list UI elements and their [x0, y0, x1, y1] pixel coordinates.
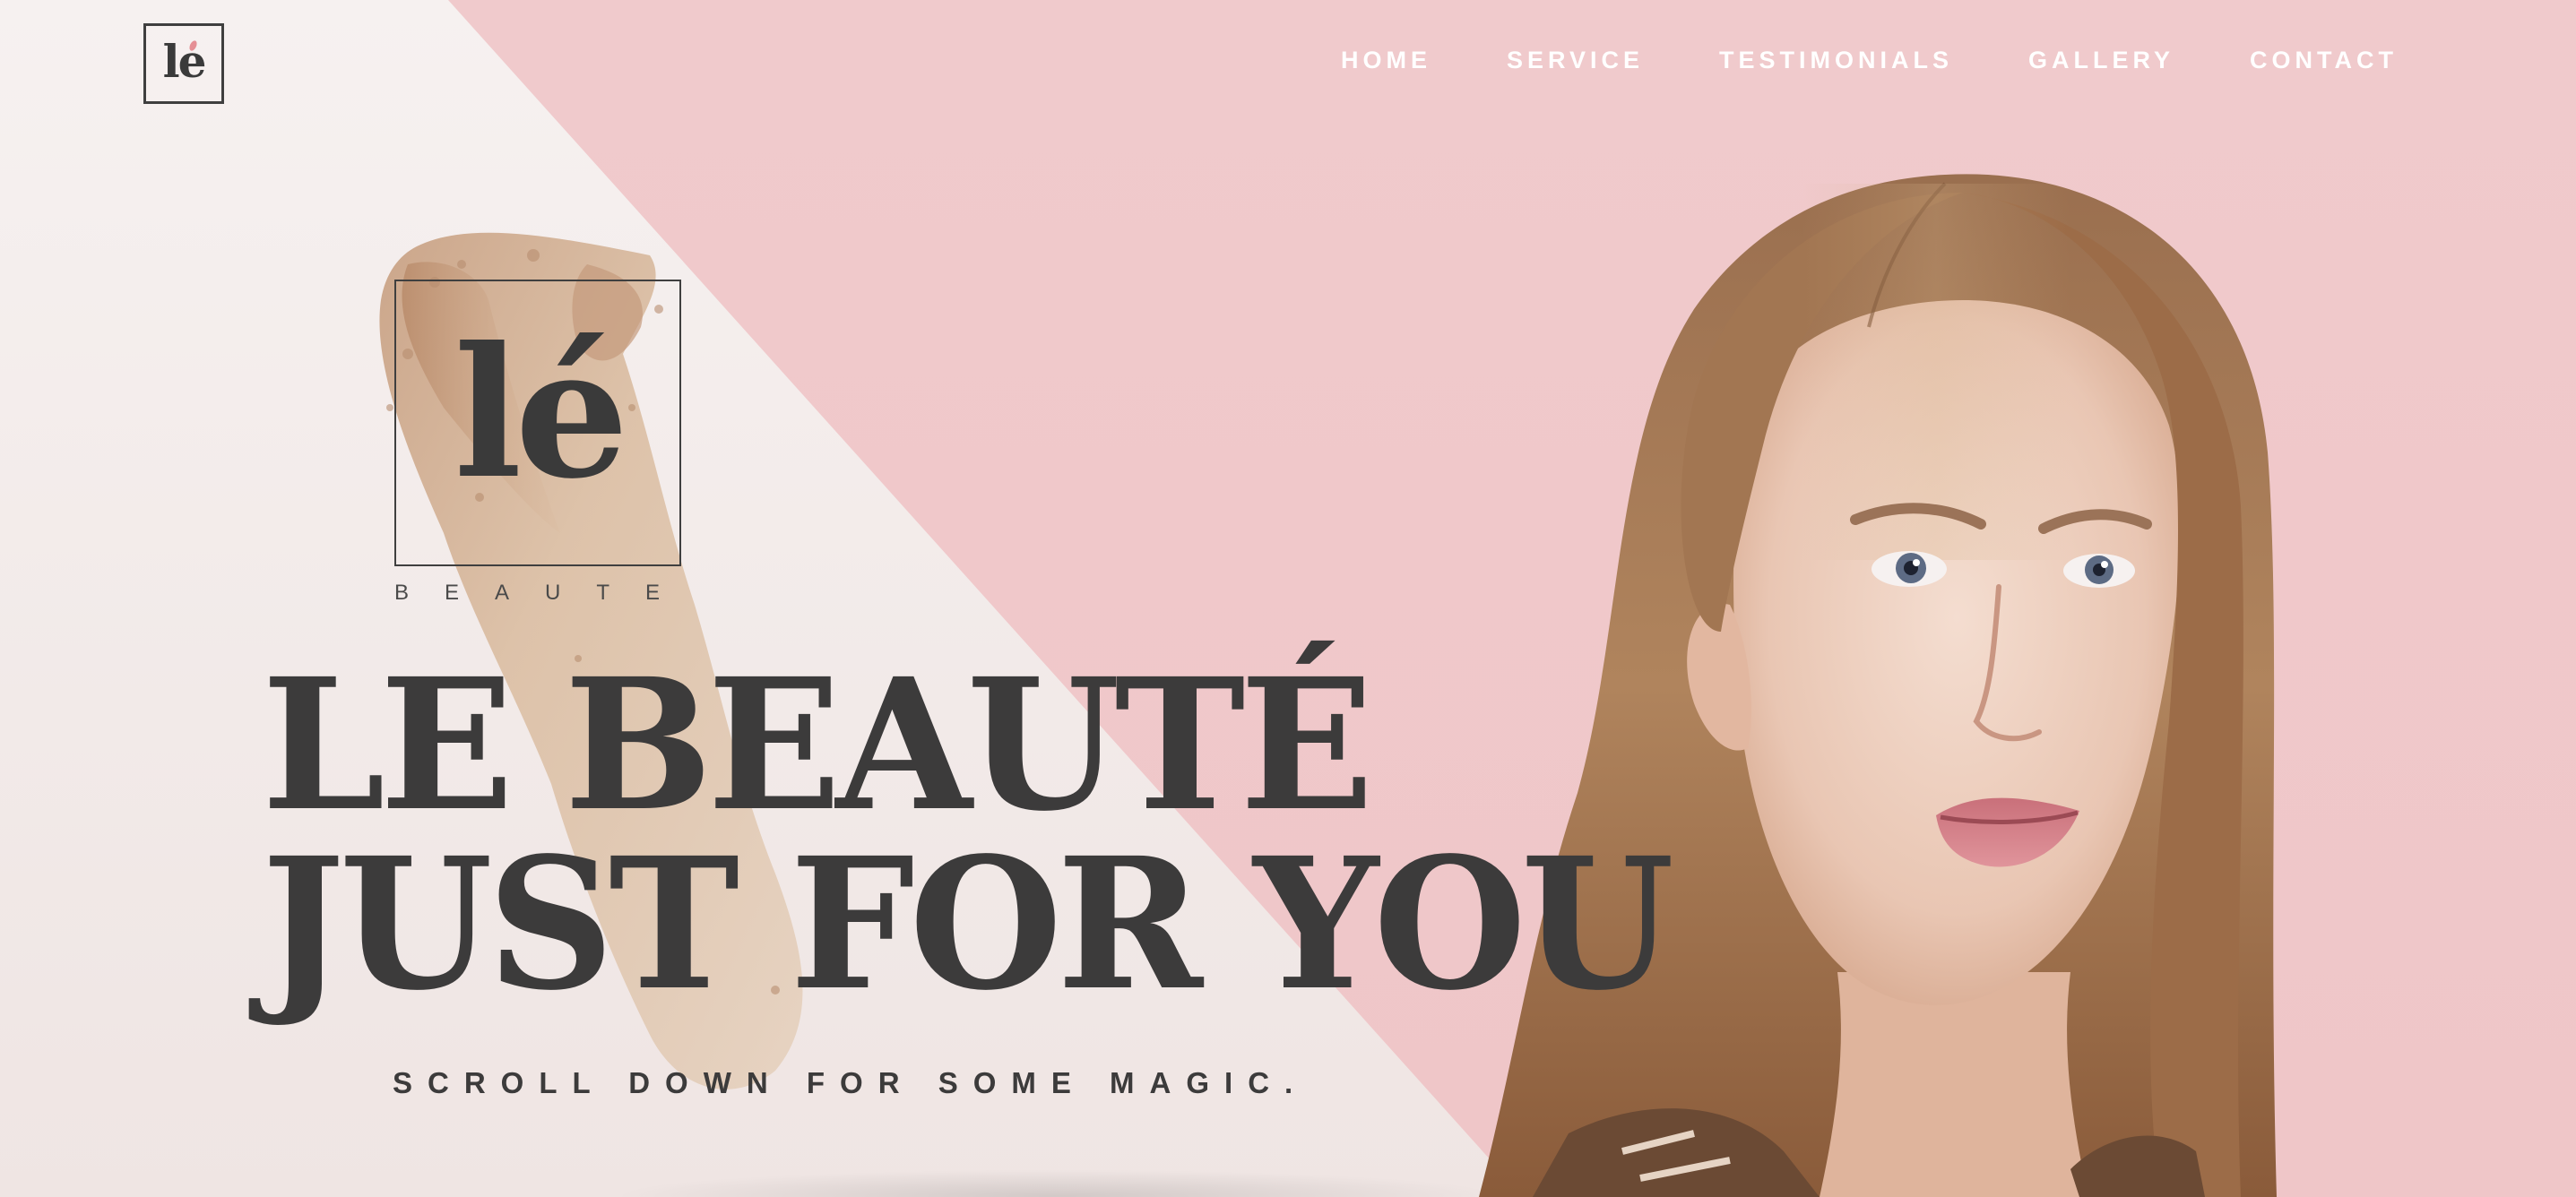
site-logo-text: le — [162, 34, 207, 88]
bottom-shadow — [609, 1169, 1506, 1197]
brand-mark-box: lé — [394, 280, 681, 566]
brand-mark-text: lé — [454, 308, 628, 519]
brand-mark-subtitle: BEAUTE — [394, 581, 696, 605]
headline-line-2: JUST FOR YOU — [262, 818, 1674, 1031]
nav-item-home[interactable]: HOME — [1341, 47, 1431, 74]
nav-item-testimonials[interactable]: TESTIMONIALS — [1719, 47, 1953, 74]
main-navigation: HOME SERVICE TESTIMONIALS GALLERY CONTAC… — [1341, 47, 2473, 74]
hero-headline: LE BEAUTÉ JUST FOR YOU — [262, 639, 1674, 1017]
nav-item-gallery[interactable]: GALLERY — [2028, 47, 2174, 74]
nav-item-contact[interactable]: CONTACT — [2250, 47, 2398, 74]
site-logo[interactable]: le — [143, 23, 224, 104]
nav-item-service[interactable]: SERVICE — [1507, 47, 1644, 74]
headline-line-1: LE BEAUTÉ — [262, 639, 1374, 852]
scroll-tagline: SCROLL DOWN FOR SOME MAGIC. — [393, 1066, 1309, 1099]
landing-page: le HOME SERVICE TESTIMONIALS GALLERY CON… — [0, 0, 2576, 1197]
